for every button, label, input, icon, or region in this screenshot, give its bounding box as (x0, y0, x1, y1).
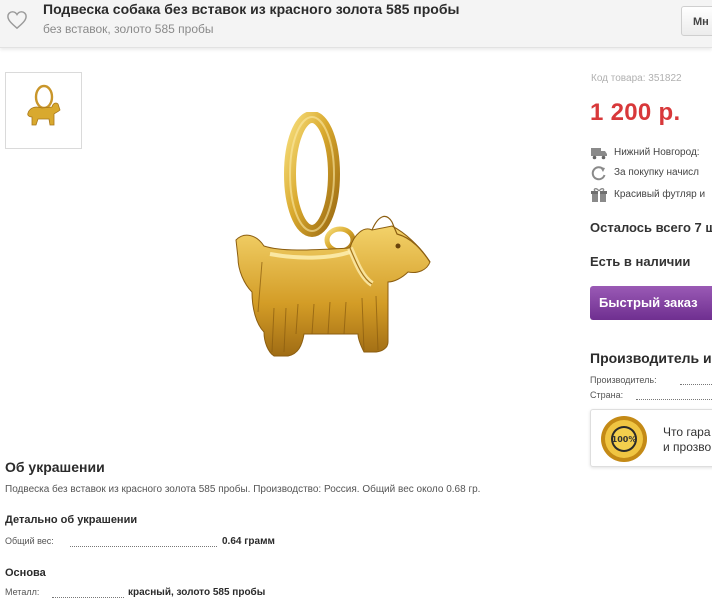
delivery-text: Нижний Новгород: (614, 147, 700, 158)
page-subtitle: без вставок, золото 585 пробы (43, 22, 214, 36)
details-title: Детально об украшении (5, 514, 138, 526)
stock-remaining: Осталось всего 7 ш (590, 220, 712, 235)
manufacturer-label: Производитель: (590, 375, 657, 385)
metal-value: красный, золото 585 пробы (128, 587, 266, 598)
product-price: 1 200 р. (590, 99, 681, 126)
guarantee-seal-icon: 100% (601, 416, 647, 462)
guarantee-banner[interactable]: 100% Что гара и прозво (590, 409, 712, 467)
manufacturer-title: Производитель и (590, 350, 712, 366)
metal-row: Металл: красный, золото 585 пробы (5, 587, 305, 601)
country-row: Страна: (590, 390, 712, 400)
bonus-text: За покупку начисл (614, 167, 700, 178)
gift-text: Красивый футляр и (614, 189, 706, 200)
dotted-leader (680, 384, 712, 385)
heart-outline-icon[interactable] (6, 10, 28, 30)
weight-value: 0.64 грамм (222, 536, 275, 547)
product-code: Код товара: 351822 (591, 73, 682, 84)
about-title: Об украшении (5, 459, 105, 475)
seal-text: 100% (612, 435, 637, 444)
manufacturer-row: Производитель: (590, 375, 712, 385)
dotted-leader (52, 597, 124, 598)
thumbnail-image[interactable] (5, 72, 82, 149)
metal-label: Металл: (5, 587, 40, 597)
more-button[interactable]: Мн (681, 6, 712, 36)
country-label: Страна: (590, 390, 624, 400)
truck-icon (591, 148, 607, 160)
weight-label: Общий вес: (5, 536, 54, 546)
product-header: Подвеска собака без вставок из красного … (0, 0, 712, 48)
availability-status: Есть в наличии (590, 254, 691, 269)
about-description: Подвеска без вставок из красного золота … (5, 484, 481, 495)
gift-icon (591, 188, 607, 202)
page-title: Подвеска собака без вставок из красного … (43, 1, 460, 17)
dotted-leader (636, 399, 712, 400)
quick-order-button[interactable]: Быстрый заказ (590, 286, 712, 320)
dotted-leader (70, 546, 217, 547)
weight-row: Общий вес: 0.64 грамм (5, 536, 305, 550)
product-image (235, 112, 431, 357)
guarantee-line-2: и прозво (663, 440, 712, 454)
refresh-icon (591, 166, 606, 181)
guarantee-text: Что гара и прозво (663, 425, 711, 455)
pendant-thumbnail-icon (27, 84, 61, 126)
basis-title: Основа (5, 567, 46, 579)
guarantee-line-1: Что гара (663, 425, 711, 439)
